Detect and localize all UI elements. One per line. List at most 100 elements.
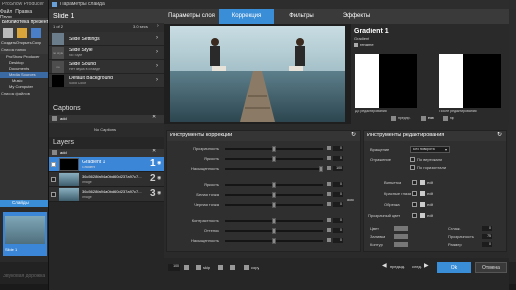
pencil-icon[interactable] [420,191,425,196]
rotate-select[interactable]: Без поворота ▾ [410,146,450,153]
tab-effects[interactable]: Эффекты [329,9,384,24]
cancel-button[interactable]: Отмена [475,262,507,273]
reset-slider-icon[interactable] [327,218,331,222]
reset-slider-icon[interactable] [327,238,331,242]
open-icon[interactable] [17,28,27,38]
close-icon[interactable]: ✕ [152,115,156,120]
reset-slider-icon[interactable] [327,228,331,232]
ok-button[interactable]: Ok [437,262,471,273]
crop-checkbox[interactable] [412,202,417,207]
pencil-icon[interactable] [420,213,425,218]
reset-icon[interactable]: ↻ [497,132,502,138]
reset-slider-icon[interactable] [327,156,331,160]
setting-slide-settings[interactable]: Slide Settings › [49,32,164,46]
add-icon[interactable] [52,116,57,121]
new-icon[interactable] [3,28,13,38]
redeye-edit[interactable]: edit [427,192,433,196]
layer-row[interactable]: 36c5628fa94a0bd60d237a97c7... Image 3 ◉ [49,187,164,202]
browse-link[interactable]: предпр. [398,117,411,121]
mirror-horizontal-checkbox[interactable] [410,165,415,170]
slider-knob[interactable] [272,238,276,244]
eye-icon[interactable]: ◉ [157,161,161,166]
softness-value[interactable]: 0 [482,226,492,231]
layer-checkbox[interactable] [51,177,56,182]
layer-row[interactable]: Gradient 1 Gradient 1 ◉ [49,157,164,172]
slider-knob[interactable] [272,156,276,162]
redeye-checkbox[interactable] [412,191,417,196]
vignette-edit[interactable]: edit [427,181,433,185]
slider-value[interactable]: 0 [333,238,343,243]
slider-value[interactable]: 0 [333,182,343,187]
auto-label[interactable]: auto [347,199,354,203]
copy-label[interactable]: copy [251,266,259,270]
color-swatch[interactable] [394,226,408,231]
arrow-right-icon[interactable]: ▶ [424,263,429,269]
tab-layer-settings[interactable]: Параметры слоя [164,9,219,24]
slider-track[interactable] [225,168,323,170]
copy-icon[interactable] [244,265,249,270]
reset-slider-icon[interactable] [327,192,331,196]
edit-link[interactable]: edit [428,117,434,121]
slider-knob[interactable] [272,192,276,198]
fill-swatch[interactable] [394,234,408,239]
transparent-color-edit[interactable]: edit [427,214,433,218]
next-label[interactable]: след. [412,265,422,269]
slider-value[interactable]: 0 [333,146,343,151]
tab-filters[interactable]: Фильтры [274,9,329,24]
skip-icon[interactable] [196,265,201,270]
slides-tab[interactable]: Слайды [0,200,48,207]
tab-correction[interactable]: Коррекция [219,9,274,24]
slider-value[interactable]: 0 [333,228,343,233]
mirror-vertical-checkbox[interactable] [410,157,415,162]
flip-link[interactable]: flip [450,117,454,121]
layers-add[interactable]: add [60,151,67,155]
slider-knob[interactable] [272,182,276,188]
chevron-right-icon[interactable]: › [157,24,159,29]
pencil-icon[interactable] [420,180,425,185]
slider-knob[interactable] [272,146,276,152]
slider-knob[interactable] [272,218,276,224]
zoom-value[interactable]: 100 [168,264,180,271]
reset-slider-icon[interactable] [327,202,331,206]
eye-icon[interactable]: ◉ [157,176,161,181]
reset-slider-icon[interactable] [327,166,331,170]
reset-slider-icon[interactable] [327,146,331,150]
layer-checkbox[interactable] [51,162,56,167]
reset-slider-icon[interactable] [327,182,331,186]
close-icon[interactable]: ✕ [152,149,156,154]
captions-add[interactable]: add [60,117,67,121]
slider-knob[interactable] [319,166,323,172]
prev-label[interactable]: предыд. [390,265,405,269]
slider-value[interactable]: 0 [333,202,343,207]
menu-edit[interactable]: Правка [15,9,32,15]
slider-knob[interactable] [272,202,276,208]
layer-row[interactable]: 36c5628fa94a0bd60d237a97c7... Image 2 ◉ [49,172,164,187]
fit-icon[interactable] [184,265,189,270]
opacity-value[interactable]: 75 [482,234,492,239]
slider-knob[interactable] [272,228,276,234]
rename-link[interactable]: rename [360,43,374,47]
outline-swatch[interactable] [394,242,408,247]
tree-item[interactable]: My Computer [0,84,48,90]
eye-icon[interactable]: ◉ [157,191,161,196]
transparent-color-checkbox[interactable] [412,213,417,218]
add-icon[interactable] [52,150,57,155]
slider-value[interactable]: 0 [333,218,343,223]
slide-preview[interactable] [164,24,351,124]
reset-icon[interactable]: ↻ [351,132,356,138]
arrow-left-icon[interactable]: ◀ [382,263,387,269]
skip-label[interactable]: skip [203,266,210,270]
setting-background[interactable]: Default Background Solid Color › [49,74,164,88]
slider-value[interactable]: 0 [333,192,343,197]
pencil-icon[interactable] [420,202,425,207]
size-value[interactable]: 0 [482,242,492,247]
info-icon[interactable] [230,265,235,270]
slider-value[interactable]: 100 [333,166,343,171]
slide-thumb-selected[interactable]: Slide 1 [3,212,47,256]
crop-edit[interactable]: edit [427,203,433,207]
setting-slide-sound[interactable]: no sound Slide Sound Нет звука в слайде … [49,60,164,81]
comment-icon[interactable] [218,265,223,270]
vignette-checkbox[interactable] [412,180,417,185]
setting-slide-style[interactable]: no style Slide Style No Style › [49,46,164,60]
slider-value[interactable]: 0 [333,156,343,161]
